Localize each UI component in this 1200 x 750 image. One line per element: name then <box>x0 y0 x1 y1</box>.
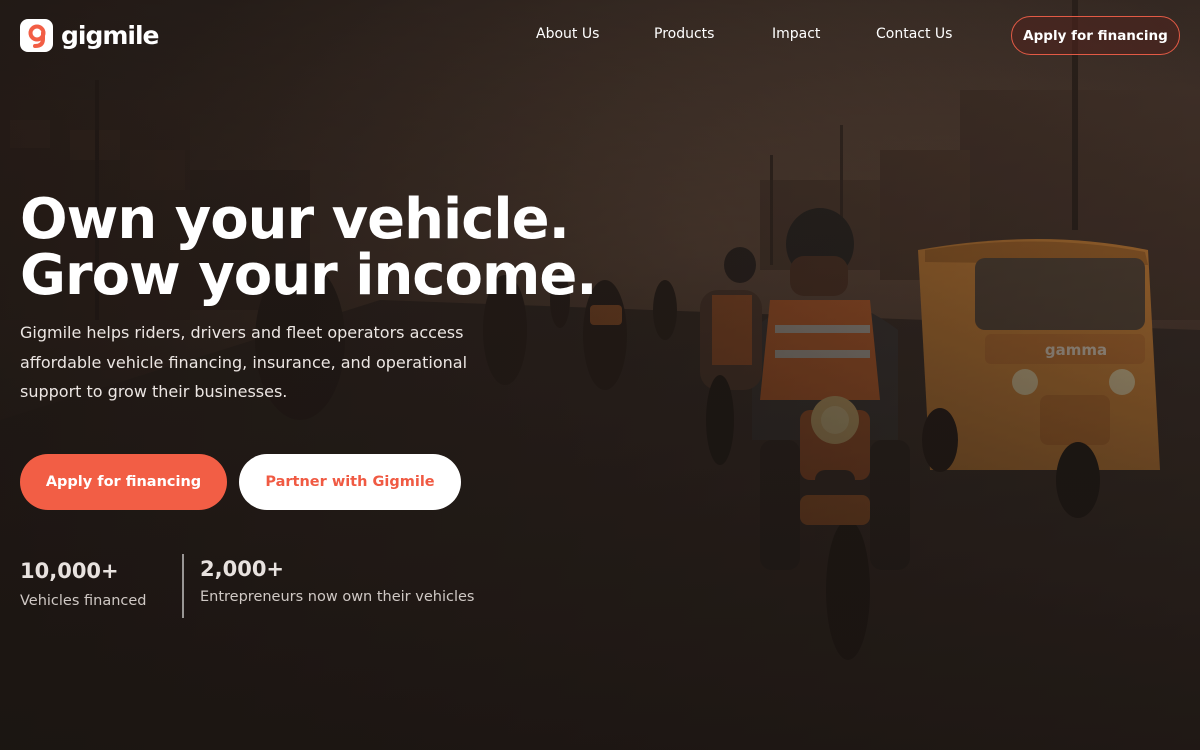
hero-subtext: Gigmile helps riders, drivers and fleet … <box>20 323 468 401</box>
brand-name: gigmile <box>61 21 160 50</box>
brand-logo[interactable]: gigmile <box>20 19 160 52</box>
nav-impact[interactable]: Impact <box>772 26 820 42</box>
partner-with-gigmile-button[interactable]: Partner with Gigmile <box>239 454 461 510</box>
stat-value: 2,000+ <box>200 557 285 581</box>
stat-label: Entrepreneurs now own their vehicles <box>200 589 475 605</box>
stat-value: 10,000+ <box>20 559 119 583</box>
headline-line-2: Grow your income. <box>20 243 598 308</box>
gigmile-logo-icon <box>20 19 53 52</box>
hero-section: gamma gigmile About Us Produ <box>0 0 1200 750</box>
nav-products[interactable]: Products <box>654 26 714 42</box>
apply-for-financing-button[interactable]: Apply for financing <box>20 454 227 510</box>
nav-about-us[interactable]: About Us <box>536 26 599 42</box>
nav-apply-button[interactable]: Apply for financing <box>1011 16 1180 55</box>
headline-line-1: Own your vehicle. <box>20 187 570 252</box>
stat-vehicles-financed: 10,000+ Vehicles financed <box>20 559 147 609</box>
hero-headline: Own your vehicle. Grow your income. <box>20 187 598 308</box>
stat-entrepreneurs: 2,000+ Entrepreneurs now own their vehic… <box>200 557 474 605</box>
stat-label: Vehicles financed <box>20 593 147 609</box>
nav-contact-us[interactable]: Contact Us <box>876 26 952 42</box>
stat-divider <box>182 554 184 618</box>
